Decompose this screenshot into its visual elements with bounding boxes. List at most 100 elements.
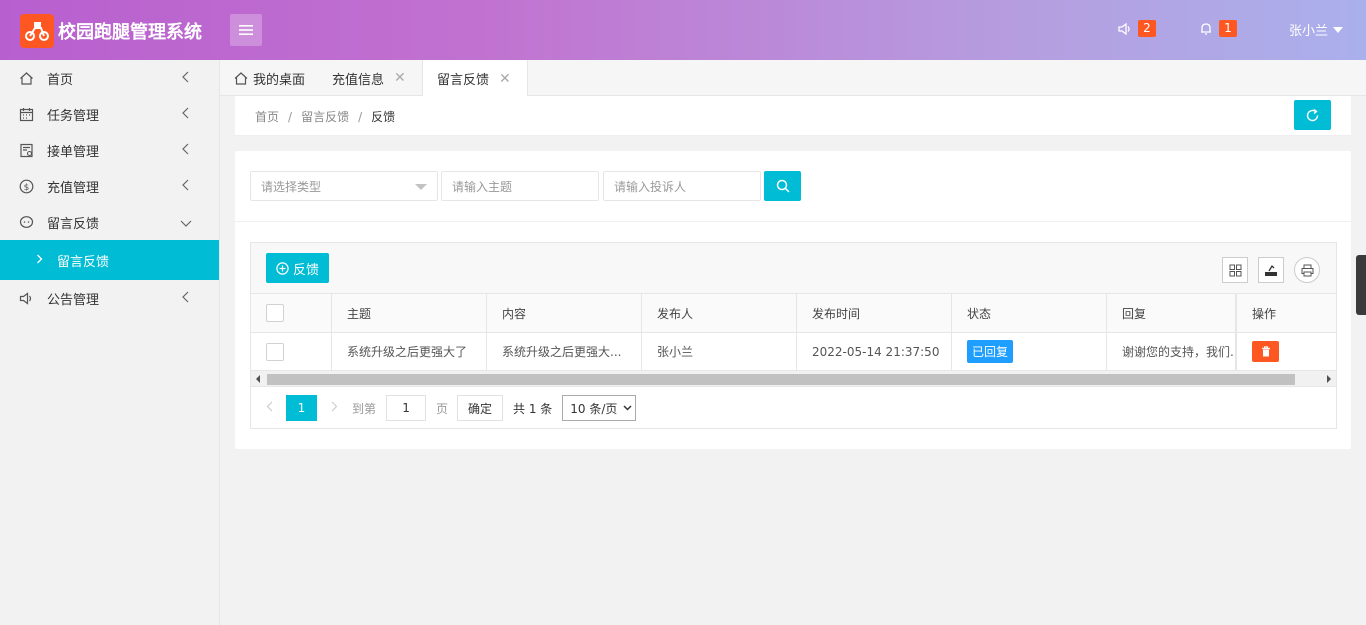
cell-subject: 系统升级之后更强大了 [332, 333, 487, 370]
column-header-content[interactable]: 内容 [487, 294, 642, 332]
print-icon [1301, 264, 1313, 276]
column-header-publisher[interactable]: 发布人 [642, 294, 797, 332]
table-toolbar: 反馈 [251, 243, 1336, 294]
sidebar-item-announcements[interactable]: 公告管理 [0, 280, 219, 316]
sidebar-item-label: 公告管理 [47, 292, 100, 308]
column-header-reply[interactable]: 回复 [1107, 294, 1236, 332]
close-icon[interactable]: ✕ [499, 71, 511, 87]
top-header: 校园跑腿管理系统 2 1 张小兰 [0, 0, 1366, 60]
subject-input-placeholder: 请输入主题 [452, 179, 513, 194]
caret-down-icon [415, 184, 427, 190]
export-icon [1265, 264, 1277, 276]
type-select-placeholder: 请选择类型 [261, 179, 322, 194]
side-panel-handle[interactable] [1356, 255, 1366, 315]
sidebar-subitem-label: 留言反馈 [57, 254, 110, 270]
header-checkbox-cell [251, 294, 332, 332]
cell-time: 2022-05-14 21:37:50 [797, 333, 952, 370]
tab-label: 留言反馈 [437, 73, 490, 88]
cell-content: 系统升级之后更强大... [487, 333, 642, 370]
sidebar-item-label: 首页 [47, 72, 74, 88]
tab-label: 我的桌面 [253, 72, 306, 88]
sidebar-item-tasks[interactable]: 任务管理 [0, 96, 219, 132]
grid-icon [1229, 264, 1241, 276]
user-menu[interactable]: 张小兰 [1289, 20, 1344, 39]
add-feedback-label: 反馈 [293, 262, 320, 278]
close-icon[interactable]: ✕ [394, 70, 406, 86]
goto-label: 到第 [352, 401, 377, 416]
search-icon [776, 179, 790, 193]
sidebar-subitem-feedback[interactable]: 留言反馈 [0, 240, 219, 280]
main-card: 请选择类型 请输入主题 请输入投诉人 反馈 主题 内容 发布人 发布时间 状态 … [235, 151, 1351, 449]
alert-count-badge: 1 [1219, 20, 1237, 37]
tab-bar: 我的桌面 充值信息 ✕ 留言反馈 ✕ [220, 60, 1366, 97]
calendar-icon [18, 106, 34, 122]
breadcrumb: 首页 / 留言反馈 / 反馈 [255, 110, 396, 124]
caret-down-icon [1333, 26, 1344, 33]
page-size-select[interactable]: 10 条/页 [562, 395, 637, 421]
complainant-input[interactable]: 请输入投诉人 [603, 171, 761, 201]
trash-icon [1261, 346, 1270, 357]
row-checkbox[interactable] [266, 342, 284, 361]
hamburger-icon [239, 25, 253, 35]
subject-input[interactable]: 请输入主题 [441, 171, 599, 201]
page-1-button[interactable]: 1 [286, 395, 317, 421]
sidebar: 首页 任务管理 接单管理 $ 充值管理 留言反馈 留言反馈 公告管理 [0, 60, 220, 625]
search-button[interactable] [764, 171, 801, 201]
table-header: 主题 内容 发布人 发布时间 状态 回复 操作 [251, 294, 1336, 333]
row-checkbox-cell [251, 333, 332, 370]
sidebar-item-feedback[interactable]: 留言反馈 [0, 204, 219, 240]
status-badge: 已回复 [967, 340, 1014, 363]
chevron-left-icon [181, 291, 189, 307]
tab-feedback[interactable]: 留言反馈 ✕ [422, 60, 528, 97]
sidebar-item-orders[interactable]: 接单管理 [0, 132, 219, 168]
columns-filter-button[interactable] [1222, 257, 1248, 283]
prev-page-icon[interactable] [266, 401, 273, 415]
total-count: 共 1 条 [513, 401, 553, 416]
column-header-status[interactable]: 状态 [952, 294, 1107, 332]
cell-status: 已回复 [952, 333, 1107, 370]
notice-button[interactable]: 2 [1118, 20, 1156, 37]
chevron-left-icon [181, 107, 189, 123]
user-name: 张小兰 [1289, 24, 1329, 39]
select-all-checkbox[interactable] [266, 304, 284, 322]
column-header-subject[interactable]: 主题 [332, 294, 487, 332]
type-select[interactable]: 请选择类型 [250, 171, 438, 201]
export-button[interactable] [1258, 257, 1284, 283]
add-feedback-button[interactable]: 反馈 [266, 253, 330, 283]
breadcrumb-home[interactable]: 首页 [255, 110, 279, 124]
tab-desktop[interactable]: 我的桌面 [234, 60, 305, 96]
chevron-down-icon [180, 217, 192, 232]
tab-recharge-info[interactable]: 充值信息 ✕ [332, 60, 406, 96]
scroll-left-icon[interactable] [256, 375, 260, 383]
horizontal-scrollbar[interactable] [251, 371, 1336, 387]
home-icon [234, 71, 248, 85]
logo-icon [20, 14, 54, 48]
breadcrumb-section[interactable]: 留言反馈 [301, 110, 349, 124]
pagination: 1 到第 1 页 确定 共 1 条 10 条/页 [266, 395, 637, 421]
goto-confirm-button[interactable]: 确定 [457, 395, 504, 421]
goto-page-input[interactable]: 1 [386, 395, 427, 421]
data-table: 反馈 主题 内容 发布人 发布时间 状态 回复 操作 系统升级之后更强大了 系统… [250, 242, 1337, 429]
scrollbar-thumb[interactable] [267, 374, 1295, 385]
sidebar-item-label: 任务管理 [47, 108, 100, 124]
cell-reply: 谢谢您的支持，我们... [1107, 333, 1236, 370]
order-icon [18, 142, 34, 158]
scroll-right-icon[interactable] [1327, 375, 1331, 383]
alert-button[interactable]: 1 [1199, 20, 1237, 37]
chevron-down-icon [623, 405, 632, 411]
divider [235, 221, 1351, 222]
dollar-icon: $ [18, 178, 34, 194]
chevron-left-icon [181, 143, 189, 159]
menu-toggle-button[interactable] [230, 14, 262, 46]
sidebar-item-recharge[interactable]: $ 充值管理 [0, 168, 219, 204]
delete-button[interactable] [1252, 341, 1279, 362]
next-page-icon[interactable] [331, 401, 338, 415]
refresh-icon [1306, 108, 1319, 121]
chevron-right-icon [36, 253, 43, 268]
column-header-time[interactable]: 发布时间 [797, 294, 952, 332]
sidebar-item-label: 充值管理 [47, 180, 100, 196]
tab-label: 充值信息 [332, 72, 385, 88]
refresh-button[interactable] [1294, 100, 1331, 130]
sidebar-item-home[interactable]: 首页 [0, 60, 219, 96]
print-button[interactable] [1294, 257, 1320, 283]
